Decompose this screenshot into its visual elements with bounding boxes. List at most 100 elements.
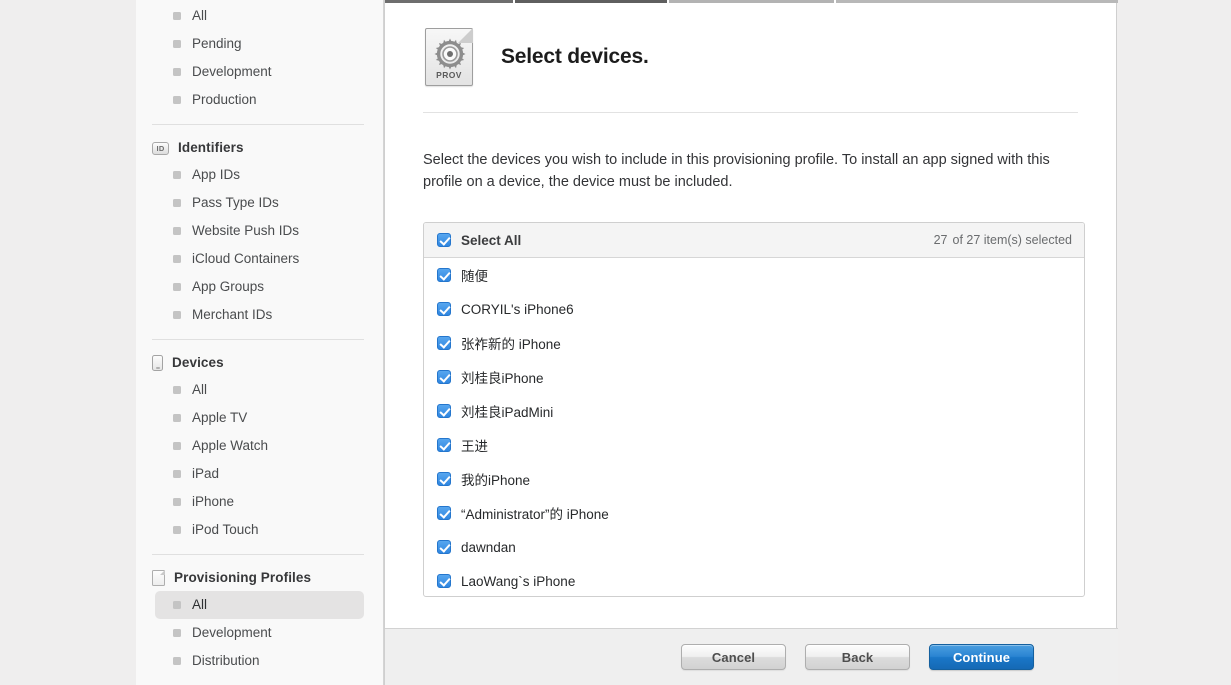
sidebar-item-devices-all[interactable]: All: [155, 376, 364, 404]
device-name: 我的iPhone: [461, 469, 530, 489]
top-tab-strip: [385, 0, 1118, 5]
device-checkbox[interactable]: [437, 438, 451, 452]
back-button[interactable]: Back: [805, 644, 910, 670]
device-checkbox[interactable]: [437, 302, 451, 316]
sidebar-item-development-top[interactable]: Development: [155, 58, 364, 86]
device-name: 张祚新的 iPhone: [461, 333, 561, 353]
page-header: PROV Select devices.: [423, 20, 1078, 94]
table-row[interactable]: 刘桂良iPadMini: [424, 394, 1084, 428]
table-row[interactable]: 王进: [424, 428, 1084, 462]
device-name: 随便: [461, 265, 488, 285]
sidebar-item-label: All: [192, 598, 207, 612]
device-checkbox[interactable]: [437, 336, 451, 350]
sidebar-item-merchant-ids[interactable]: Merchant IDs: [155, 301, 364, 329]
device-name: dawndan: [461, 540, 516, 555]
bullet-icon: [173, 498, 181, 506]
device-checkbox[interactable]: [437, 540, 451, 554]
sidebar-item-all-top[interactable]: All: [155, 2, 364, 30]
device-checkbox[interactable]: [437, 370, 451, 384]
bullet-icon: [173, 386, 181, 394]
bullet-icon: [173, 657, 181, 665]
sidebar-item-apple-tv[interactable]: Apple TV: [155, 404, 364, 432]
sidebar-item-profiles-development[interactable]: Development: [155, 619, 364, 647]
sidebar-group-title: Identifiers: [178, 141, 244, 155]
sidebar: All Pending Development Production ID Id…: [136, 0, 384, 685]
sidebar-item-label: Apple Watch: [192, 439, 268, 453]
sidebar-item-iphone[interactable]: iPhone: [155, 488, 364, 516]
device-checkbox[interactable]: [437, 574, 451, 588]
sidebar-item-pending[interactable]: Pending: [155, 30, 364, 58]
sidebar-item-label: Development: [192, 65, 272, 79]
sidebar-group-identifiers: ID Identifiers App IDs Pass Type IDs Web…: [136, 135, 383, 329]
bullet-icon: [173, 96, 181, 104]
id-badge-icon: ID: [152, 142, 169, 155]
sidebar-item-website-push-ids[interactable]: Website Push IDs: [155, 217, 364, 245]
sidebar-item-label: App IDs: [192, 168, 240, 182]
sidebar-item-label: Apple TV: [192, 411, 247, 425]
page-description: Select the devices you wish to include i…: [423, 149, 1061, 193]
device-name: “Administrator”的 iPhone: [461, 503, 609, 523]
select-all-row[interactable]: Select All 27of 27 item(s) selected: [424, 223, 1084, 258]
app-window: All Pending Development Production ID Id…: [0, 0, 1231, 685]
device-checkbox[interactable]: [437, 268, 451, 282]
sidebar-item-pass-type-ids[interactable]: Pass Type IDs: [155, 189, 364, 217]
bullet-icon: [173, 526, 181, 534]
device-icon: [152, 355, 163, 371]
main-content: PROV Select devices. Select the devices …: [385, 0, 1116, 597]
sidebar-item-ipad[interactable]: iPad: [155, 460, 364, 488]
bullet-icon: [173, 601, 181, 609]
table-row[interactable]: LaoWang`s iPhone: [424, 564, 1084, 597]
device-checkbox[interactable]: [437, 506, 451, 520]
device-name: LaoWang`s iPhone: [461, 574, 575, 589]
table-row[interactable]: dawndan: [424, 530, 1084, 564]
bullet-icon: [173, 40, 181, 48]
bullet-icon: [173, 12, 181, 20]
page-title: Select devices.: [501, 45, 649, 69]
sidebar-group-devices: Devices All Apple TV Apple Watch iPad iP…: [136, 350, 383, 544]
select-all-label: Select All: [461, 233, 521, 248]
sidebar-item-profiles-all[interactable]: All: [155, 591, 364, 619]
bullet-icon: [173, 442, 181, 450]
table-row[interactable]: 我的iPhone: [424, 462, 1084, 496]
sidebar-item-label: All: [192, 9, 207, 23]
sidebar-item-label: Pending: [192, 37, 242, 51]
bullet-icon: [173, 414, 181, 422]
cancel-button[interactable]: Cancel: [681, 644, 786, 670]
sidebar-item-ipod-touch[interactable]: iPod Touch: [155, 516, 364, 544]
bullet-icon: [173, 171, 181, 179]
device-checkbox[interactable]: [437, 404, 451, 418]
sidebar-item-apple-watch[interactable]: Apple Watch: [155, 432, 364, 460]
document-icon: [152, 570, 165, 586]
sidebar-group-provisioning-profiles: Provisioning Profiles All Development Di…: [136, 565, 383, 675]
select-all-checkbox[interactable]: [437, 233, 451, 247]
provisioning-profile-icon: PROV: [425, 28, 473, 86]
provisioning-icon-label: PROV: [426, 70, 472, 80]
sidebar-item-label: App Groups: [192, 280, 264, 294]
sidebar-top-group: All Pending Development Production: [136, 2, 383, 114]
main-panel: PROV Select devices. Select the devices …: [384, 0, 1117, 685]
sidebar-item-profiles-distribution[interactable]: Distribution: [155, 647, 364, 675]
device-rows: 随便 CORYIL's iPhone6 张祚新的 iPhone 刘桂良iPhon…: [424, 258, 1084, 596]
continue-button[interactable]: Continue: [929, 644, 1034, 670]
bullet-icon: [173, 470, 181, 478]
sidebar-item-label: Production: [192, 93, 257, 107]
sidebar-group-title: Devices: [172, 356, 224, 370]
table-row[interactable]: 随便: [424, 258, 1084, 292]
sidebar-item-production[interactable]: Production: [155, 86, 364, 114]
table-row[interactable]: CORYIL's iPhone6: [424, 292, 1084, 326]
sidebar-item-label: iPod Touch: [192, 523, 259, 537]
sidebar-divider: [152, 124, 364, 125]
selection-count: 27of 27 item(s) selected: [934, 233, 1072, 247]
sidebar-group-header-devices: Devices: [136, 350, 383, 376]
sidebar-item-app-ids[interactable]: App IDs: [155, 161, 364, 189]
device-checkbox[interactable]: [437, 472, 451, 486]
selection-count-text: of 27 item(s) selected: [953, 233, 1073, 247]
table-row[interactable]: “Administrator”的 iPhone: [424, 496, 1084, 530]
sidebar-item-icloud-containers[interactable]: iCloud Containers: [155, 245, 364, 273]
table-row[interactable]: 刘桂良iPhone: [424, 360, 1084, 394]
device-list: Select All 27of 27 item(s) selected 随便 C…: [423, 222, 1085, 597]
device-name: 刘桂良iPadMini: [461, 401, 553, 421]
sidebar-item-app-groups[interactable]: App Groups: [155, 273, 364, 301]
table-row[interactable]: 张祚新的 iPhone: [424, 326, 1084, 360]
sidebar-group-header-identifiers: ID Identifiers: [136, 135, 383, 161]
